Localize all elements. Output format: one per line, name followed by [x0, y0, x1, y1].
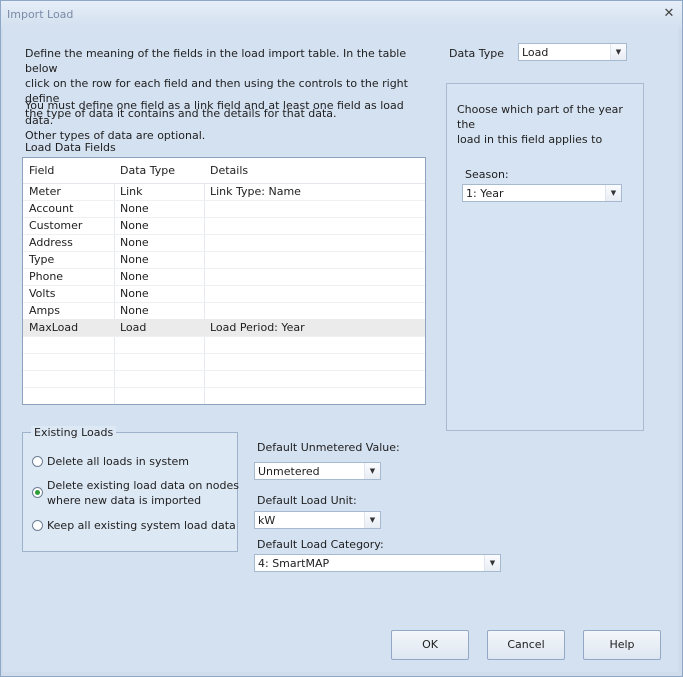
season-select[interactable]: 1: Year ▼ [462, 184, 622, 202]
cancel-button[interactable]: Cancel [487, 630, 565, 660]
table-row-empty[interactable] [23, 387, 425, 404]
title-bar: Import Load ✕ [1, 1, 682, 28]
chevron-down-icon[interactable]: ▼ [484, 555, 500, 571]
radio-label[interactable]: Delete existing load data on nodes [47, 479, 239, 492]
data-type-value: Load [522, 46, 549, 59]
field-cell: Meter [29, 185, 61, 198]
radio-keep-all-loads[interactable] [32, 520, 43, 531]
description-line: load in this field applies to [457, 133, 603, 146]
data-type-cell: None [120, 219, 149, 232]
season-value: 1: Year [466, 187, 504, 200]
intro-paragraph-2: You must define one field as a link fiel… [25, 98, 435, 143]
radio-delete-existing-on-nodes[interactable] [32, 487, 43, 498]
chevron-down-icon[interactable]: ▼ [364, 463, 380, 479]
table-row-selected[interactable]: MaxLoad Load Load Period: Year [23, 319, 425, 337]
data-type-label: Data Type [449, 47, 505, 60]
table-row-empty[interactable] [23, 353, 425, 371]
default-unmetered-label: Default Unmetered Value: [257, 441, 400, 454]
default-unmetered-select[interactable]: Unmetered ▼ [254, 462, 381, 480]
radio-label[interactable]: where new data is imported [47, 494, 201, 507]
data-type-cell: None [120, 304, 149, 317]
data-type-cell: None [120, 202, 149, 215]
data-type-cell: Link [120, 185, 143, 198]
radio-label[interactable]: Keep all existing system load data [47, 519, 236, 532]
field-cell: MaxLoad [29, 321, 79, 334]
table-row[interactable]: Type None [23, 251, 425, 269]
field-cell: Account [29, 202, 74, 215]
radio-label[interactable]: Delete all loads in system [47, 455, 189, 468]
table-row[interactable]: Customer None [23, 217, 425, 235]
table-row[interactable]: Address None [23, 234, 425, 252]
data-type-cell: Load [120, 321, 147, 334]
chevron-down-icon[interactable]: ▼ [605, 185, 621, 201]
chevron-down-icon[interactable]: ▼ [364, 512, 380, 528]
help-button[interactable]: Help [583, 630, 661, 660]
table-row[interactable]: Phone None [23, 268, 425, 286]
default-load-unit-label: Default Load Unit: [257, 494, 357, 507]
field-cell: Customer [29, 219, 83, 232]
default-load-category-select[interactable]: 4: SmartMAP ▼ [254, 554, 501, 572]
field-cell: Phone [29, 270, 64, 283]
load-data-fields-table: Field Data Type Details Meter Link Link … [22, 157, 426, 405]
season-description: Choose which part of the year the load i… [457, 102, 637, 147]
details-cell: Load Period: Year [210, 321, 305, 334]
ok-button[interactable]: OK [391, 630, 469, 660]
intro-line: Define the meaning of the fields in the … [25, 47, 407, 75]
radio-delete-all-loads[interactable] [32, 456, 43, 467]
existing-loads-group: Existing Loads [22, 426, 238, 552]
data-type-cell: None [120, 287, 149, 300]
column-header-details[interactable]: Details [210, 164, 248, 177]
field-cell: Amps [29, 304, 60, 317]
data-type-cell: None [120, 253, 149, 266]
intro-line: You must define one field as a link fiel… [25, 99, 404, 127]
column-header-data-type[interactable]: Data Type [120, 164, 175, 177]
default-load-category-value: 4: SmartMAP [258, 557, 330, 570]
column-header-field[interactable]: Field [29, 164, 54, 177]
field-cell: Volts [29, 287, 56, 300]
close-icon[interactable]: ✕ [661, 6, 677, 22]
field-cell: Type [29, 253, 55, 266]
field-cell: Address [29, 236, 73, 249]
season-label: Season: [465, 168, 509, 181]
data-type-cell: None [120, 236, 149, 249]
table-row[interactable]: Volts None [23, 285, 425, 303]
table-row[interactable]: Amps None [23, 302, 425, 320]
description-line: Choose which part of the year the [457, 103, 623, 131]
window-title: Import Load [7, 8, 74, 21]
default-load-unit-value: kW [258, 514, 276, 527]
default-unmetered-value: Unmetered [258, 465, 320, 478]
default-load-category-label: Default Load Category: [257, 538, 384, 551]
chevron-down-icon[interactable]: ▼ [610, 44, 626, 60]
fields-table-label: Load Data Fields [25, 141, 116, 154]
table-row-empty[interactable] [23, 336, 425, 354]
table-row[interactable]: Account None [23, 200, 425, 218]
table-header: Field Data Type Details [23, 158, 425, 184]
default-load-unit-select[interactable]: kW ▼ [254, 511, 381, 529]
table-row[interactable]: Meter Link Link Type: Name [23, 183, 425, 201]
details-cell: Link Type: Name [210, 185, 301, 198]
data-type-cell: None [120, 270, 149, 283]
existing-loads-title: Existing Loads [31, 426, 117, 439]
table-row-empty[interactable] [23, 370, 425, 388]
data-type-select[interactable]: Load ▼ [518, 43, 627, 61]
